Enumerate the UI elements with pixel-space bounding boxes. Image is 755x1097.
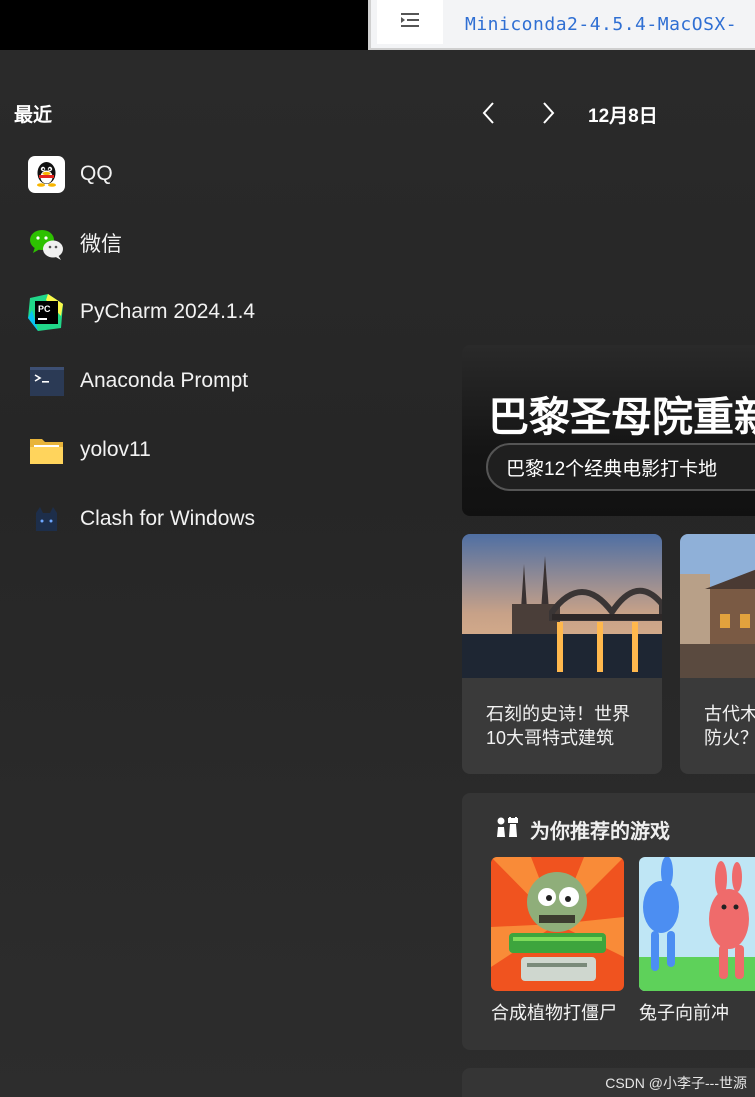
outline-toggle-button[interactable]	[377, 0, 443, 44]
recent-item-yolov11[interactable]: yolov11	[28, 430, 151, 470]
game-name: 兔子向前冲	[639, 1003, 729, 1023]
recent-item-label: QQ	[80, 162, 113, 185]
pycharm-icon: PC	[28, 293, 65, 331]
url-text[interactable]: Miniconda2-4.5.4-MacOSX-	[465, 14, 737, 35]
game-name: 合成植物打僵尸	[491, 1003, 617, 1023]
previous-day-button[interactable]	[478, 99, 500, 127]
recent-item-label: 微信	[80, 233, 122, 256]
bunny-runners-image	[639, 857, 755, 991]
hero-title: 巴黎圣母院重新	[488, 394, 755, 440]
hero-story-card[interactable]: 巴黎圣母院重新 巴黎12个经典电影打卡地	[462, 345, 755, 516]
folder-icon	[28, 432, 65, 469]
games-title: 为你推荐的游戏	[530, 821, 670, 843]
recent-item-anaconda-prompt[interactable]: Anaconda Prompt	[28, 361, 248, 401]
recent-item-pycharm[interactable]: PC PyCharm 2024.1.4	[28, 292, 255, 332]
card-caption: 古代木防火？	[704, 704, 755, 748]
game-tile-bunny[interactable]: 兔子向前冲	[639, 857, 755, 1025]
games-header: 为你推荐的游戏	[494, 815, 670, 844]
hero-chip-label: 巴黎12个经典电影打卡地	[506, 458, 718, 480]
recent-item-label: PyCharm 2024.1.4	[80, 300, 256, 323]
recent-item-label: yolov11	[80, 438, 151, 461]
next-day-button[interactable]	[537, 99, 559, 127]
chess-pieces-icon	[494, 815, 520, 844]
plants-vs-zombies-image	[491, 857, 624, 991]
recent-item-label: Anaconda Prompt	[80, 369, 249, 392]
svg-text:PC: PC	[38, 304, 51, 314]
top-black-strip	[0, 0, 368, 50]
recent-item-wechat[interactable]: 微信	[28, 223, 122, 263]
feed-date: 12月8日	[588, 106, 658, 127]
ancient-architecture-image	[680, 534, 755, 678]
games-recommendation-card: 为你推荐的游戏 合成植物打僵尸 兔子向前冲	[462, 793, 755, 1050]
browser-toolbar: Miniconda2-4.5.4-MacOSX-	[368, 0, 755, 50]
cologne-cathedral-image	[462, 534, 662, 678]
clash-cat-icon	[28, 501, 65, 538]
game-tile-pvz[interactable]: 合成植物打僵尸	[491, 857, 624, 1025]
terminal-icon	[28, 363, 65, 400]
news-card-gothic[interactable]: 石刻的史诗！世界10大哥特式建筑	[462, 534, 662, 774]
csdn-watermark: CSDN @小李子---世源	[605, 1075, 747, 1091]
hero-link-chip[interactable]: 巴黎12个经典电影打卡地	[486, 443, 755, 491]
qq-icon	[28, 155, 65, 193]
recent-item-label: Clash for Windows	[80, 507, 256, 530]
card-caption: 石刻的史诗！世界10大哥特式建筑	[486, 704, 630, 748]
recent-item-qq[interactable]: QQ	[28, 154, 113, 194]
recent-item-clash[interactable]: Clash for Windows	[28, 499, 255, 539]
recent-section-title: 最近	[14, 105, 53, 126]
outline-icon	[399, 11, 421, 34]
news-card-wood[interactable]: 古代木防火？	[680, 534, 755, 774]
wechat-icon	[28, 225, 65, 262]
